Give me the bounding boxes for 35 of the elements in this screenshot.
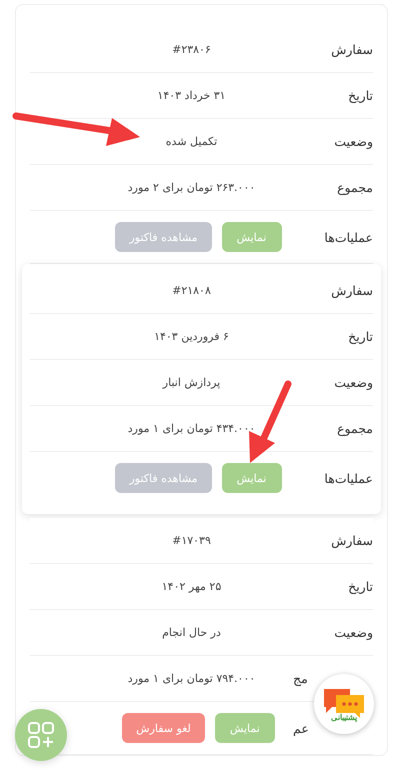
cancel-order-button[interactable]: لغو سفارش: [122, 713, 205, 743]
field-label: تاریخ: [348, 329, 373, 344]
field-label: سفارش: [331, 283, 373, 298]
field-label: وضعیت: [334, 375, 373, 390]
field-value: #۲۱۸۰۸: [172, 284, 211, 297]
field-value: ۳۱ خرداد ۱۴۰۳: [157, 89, 226, 102]
view-invoice-button[interactable]: مشاهده فاکتور: [115, 222, 212, 252]
field-value: #۱۷۰۳۹: [172, 534, 211, 547]
show-button[interactable]: نمایش: [222, 222, 282, 252]
show-button[interactable]: نمایش: [222, 463, 282, 493]
field-label: تاریخ: [348, 88, 373, 103]
add-widget-button[interactable]: [15, 709, 67, 761]
field-value: پردازش انبار: [162, 376, 220, 389]
grid-plus-icon: [27, 721, 55, 749]
field-value: #۲۳۸۰۶: [172, 43, 211, 56]
field-label: وضعیت: [334, 134, 373, 149]
field-label: وضعیت: [334, 625, 373, 640]
field-label: تاریخ: [348, 579, 373, 594]
field-value: در حال انجام: [162, 626, 221, 639]
field-value: ۴۳۴.۰۰۰ تومان برای ۱ مورد: [128, 422, 256, 435]
show-button[interactable]: نمایش: [214, 713, 275, 743]
field-label: مجموع: [337, 421, 373, 436]
field-value: ۲۶۳.۰۰۰ تومان برای ۲ مورد: [128, 181, 256, 194]
field-label: عملیات‌ها: [324, 230, 373, 244]
field-label: مجموع: [337, 180, 373, 195]
field-label: عم: [293, 720, 309, 736]
field-label: مج: [293, 671, 308, 686]
field-value: ۶ فروردین ۱۴۰۳: [154, 330, 229, 343]
field-label: عملیات‌ها: [324, 470, 373, 486]
field-value: تکمیل شده: [166, 135, 218, 148]
field-label: سفارش: [331, 42, 373, 57]
view-invoice-button[interactable]: مشاهده فاکتور: [115, 463, 212, 493]
field-value: ۲۵ مهر ۱۴۰۲: [162, 580, 222, 593]
field-label: سفارش: [331, 533, 373, 548]
field-value: ۷۹۴.۰۰۰ تومان برای ۱ مورد: [128, 672, 256, 685]
